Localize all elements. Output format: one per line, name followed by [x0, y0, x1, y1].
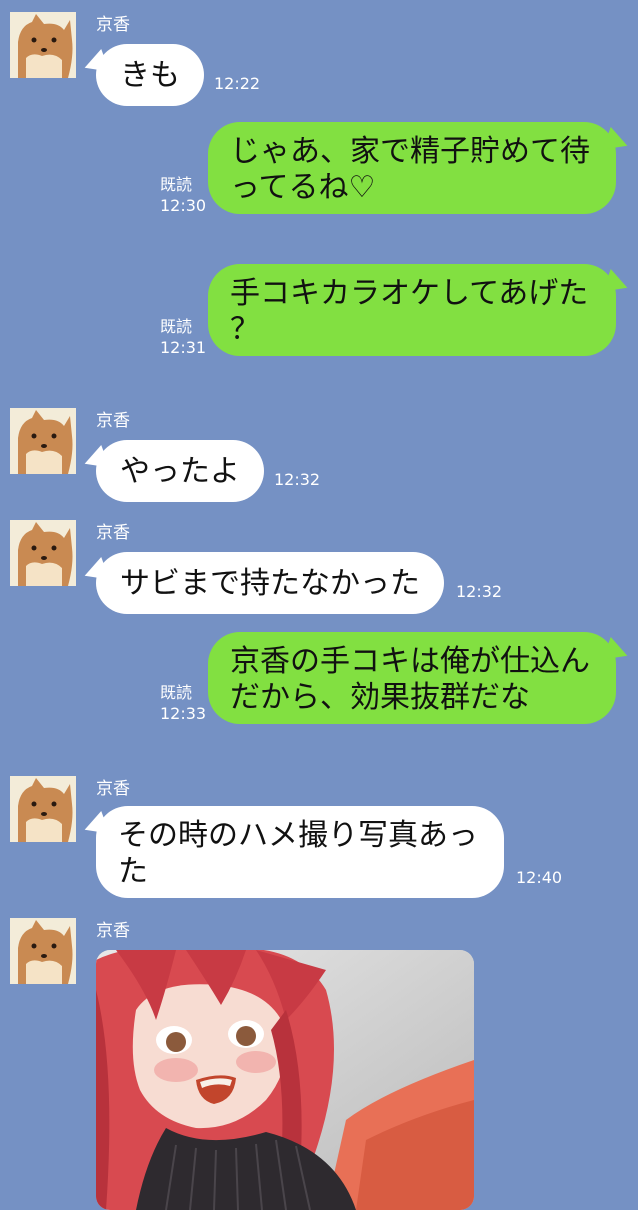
message-bubble[interactable]: 京香の手コキは俺が仕込ん だから、効果抜群だな: [208, 632, 632, 724]
sender-name: 京香: [96, 15, 130, 35]
bubble-tail: [602, 126, 632, 158]
message-text-line: ？: [230, 312, 260, 347]
read-receipt: 既読: [160, 175, 193, 194]
read-receipt: 既読: [160, 683, 193, 702]
avatar[interactable]: [10, 776, 76, 842]
message-meta: 既読 12:33: [160, 682, 206, 724]
message-meta: 既読 12:30: [160, 174, 206, 216]
bubble-tail: [80, 810, 110, 842]
shiba-dog-icon: [10, 408, 76, 474]
message-bubble[interactable]: 手コキカラオケしてあげた ？: [208, 264, 632, 356]
message-bubble[interactable]: やったよ: [80, 440, 264, 502]
bubble-tail: [80, 556, 110, 588]
shiba-dog-icon: [10, 776, 76, 842]
shiba-dog-icon: [10, 520, 76, 586]
read-receipt: 既読: [160, 317, 193, 336]
message-text: やったよ: [120, 454, 240, 489]
message-bubble[interactable]: その時のハメ撮り写真あっ た: [80, 806, 504, 898]
anime-girl-photo-icon: [96, 950, 474, 1210]
message-text-line: 手コキカラオケしてあげた: [230, 276, 589, 311]
message-time: 12:32: [274, 470, 321, 489]
sender-name: 京香: [96, 779, 130, 799]
message-bubble[interactable]: サビまで持たなかった: [80, 552, 444, 614]
bubble-tail: [80, 444, 110, 476]
bubble-tail: [602, 636, 632, 668]
message-text-line: その時のハメ撮り写真あっ: [118, 818, 478, 853]
avatar[interactable]: [10, 520, 76, 586]
message-bubble[interactable]: きも: [80, 44, 204, 106]
message-bubble[interactable]: じゃあ、家で精子貯めて待 ってるね♡: [208, 122, 632, 214]
message-text-line: 京香の手コキは俺が仕込ん: [230, 644, 590, 679]
avatar[interactable]: [10, 918, 76, 984]
message-text-line: ってるね♡: [230, 170, 376, 205]
avatar[interactable]: [10, 12, 76, 78]
sender-name: 京香: [96, 921, 130, 941]
message-time: 12:32: [456, 582, 503, 601]
message-text-line: じゃあ、家で精子貯めて待: [230, 134, 590, 169]
message-meta: 既読 12:31: [160, 316, 206, 358]
message-text: きも: [120, 58, 180, 93]
message-text-line: だから、効果抜群だな: [230, 680, 530, 715]
message-time: 12:31: [160, 338, 207, 357]
sender-name: 京香: [96, 523, 130, 543]
shiba-dog-icon: [10, 12, 76, 78]
message-text-line: た: [118, 854, 148, 889]
message-time: 12:30: [160, 196, 207, 215]
bubble-tail: [80, 48, 110, 80]
chat-window[interactable]: 京香 きも 12:22 既読 12:30 じゃあ、家で精子貯めて待 ってるね♡ …: [0, 0, 638, 1210]
shiba-dog-icon: [10, 918, 76, 984]
message-time: 12:33: [160, 704, 207, 723]
avatar[interactable]: [10, 408, 76, 474]
message-time: 12:40: [516, 868, 563, 887]
message-time: 12:22: [214, 74, 261, 93]
message-text: サビまで持たなかった: [120, 566, 420, 601]
sender-name: 京香: [96, 411, 130, 431]
bubble-tail: [602, 268, 632, 300]
image-message[interactable]: [96, 950, 474, 1210]
